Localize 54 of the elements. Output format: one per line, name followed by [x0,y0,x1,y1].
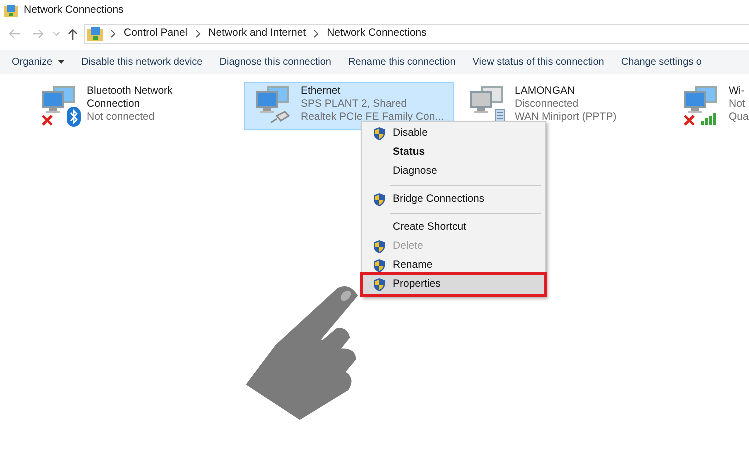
shield-icon [373,126,386,140]
toolbar-button[interactable]: Diagnose this connection [220,54,332,70]
menu-item[interactable]: Rename [363,256,544,275]
menu-item[interactable]: Create Shortcut [363,218,544,237]
computers-icon [41,85,77,115]
error-cross-icon [684,115,695,126]
connection-device: Realtek PCIe FE Family Con... [301,111,444,124]
connection-tile[interactable]: Wi- Not Qua [672,82,749,130]
chevron-right-icon [196,30,201,38]
connection-device: Qua [729,111,749,124]
shield-icon [373,258,386,272]
connection-status: Disconnected [515,98,580,111]
forward-arrow-icon[interactable] [32,29,45,39]
chevron-right-icon [111,30,116,38]
connection-status: Not connected [87,111,156,124]
menu-item[interactable]: Status [363,143,544,162]
connection-name: Bluetooth Network Connection [87,85,174,111]
computers-icon [255,85,291,115]
toolbar-button[interactable]: Rename this connection [348,54,456,70]
menu-item[interactable]: Properties [363,275,544,294]
bluetooth-icon [67,107,81,127]
shield-icon [373,192,386,206]
connection-name: LAMONGAN [515,85,576,98]
network-folder-icon [87,26,103,42]
toolbar-button[interactable]: Disable this network device [82,54,203,70]
dropdown-caret-icon[interactable] [53,32,60,36]
cable-plug-icon [269,111,291,125]
up-arrow-icon[interactable] [68,28,78,40]
breadcrumb-item[interactable]: Control Panel [124,26,188,42]
error-cross-icon [42,115,53,126]
connection-name: Wi- [729,85,746,98]
menu-item[interactable]: Bridge Connections [363,190,544,209]
shield-icon [373,240,386,254]
signal-bars-icon [701,112,719,125]
breadcrumb-item[interactable]: Network Connections [327,26,427,42]
connection-tile[interactable]: Bluetooth Network Connection Not connected [30,82,240,130]
address-bar[interactable]: Control Panel Network and Internet Network Connections [84,24,749,44]
toolbar-button[interactable]: Organize [12,54,65,70]
shield-icon [373,278,386,292]
back-arrow-icon[interactable] [8,29,21,39]
connection-name: Ethernet [301,85,342,98]
toolbar-button[interactable]: View status of this connection [472,54,604,70]
menu-item[interactable]: Diagnose [363,162,544,181]
toolbar-button[interactable]: Change settings o [621,54,702,70]
connection-status: SPS PLANT 2, Shared [301,98,408,111]
computers-icon [469,85,505,115]
computers-icon [683,85,719,115]
connection-device: WAN Miniport (PPTP) [515,111,617,124]
network-folder-icon [4,4,18,18]
breadcrumb-item[interactable]: Network and Internet [208,26,306,42]
window-title: Network Connections [24,3,124,18]
dropdown-caret-icon [58,60,65,64]
connection-status: Not [729,98,746,111]
chevron-right-icon [314,30,320,38]
